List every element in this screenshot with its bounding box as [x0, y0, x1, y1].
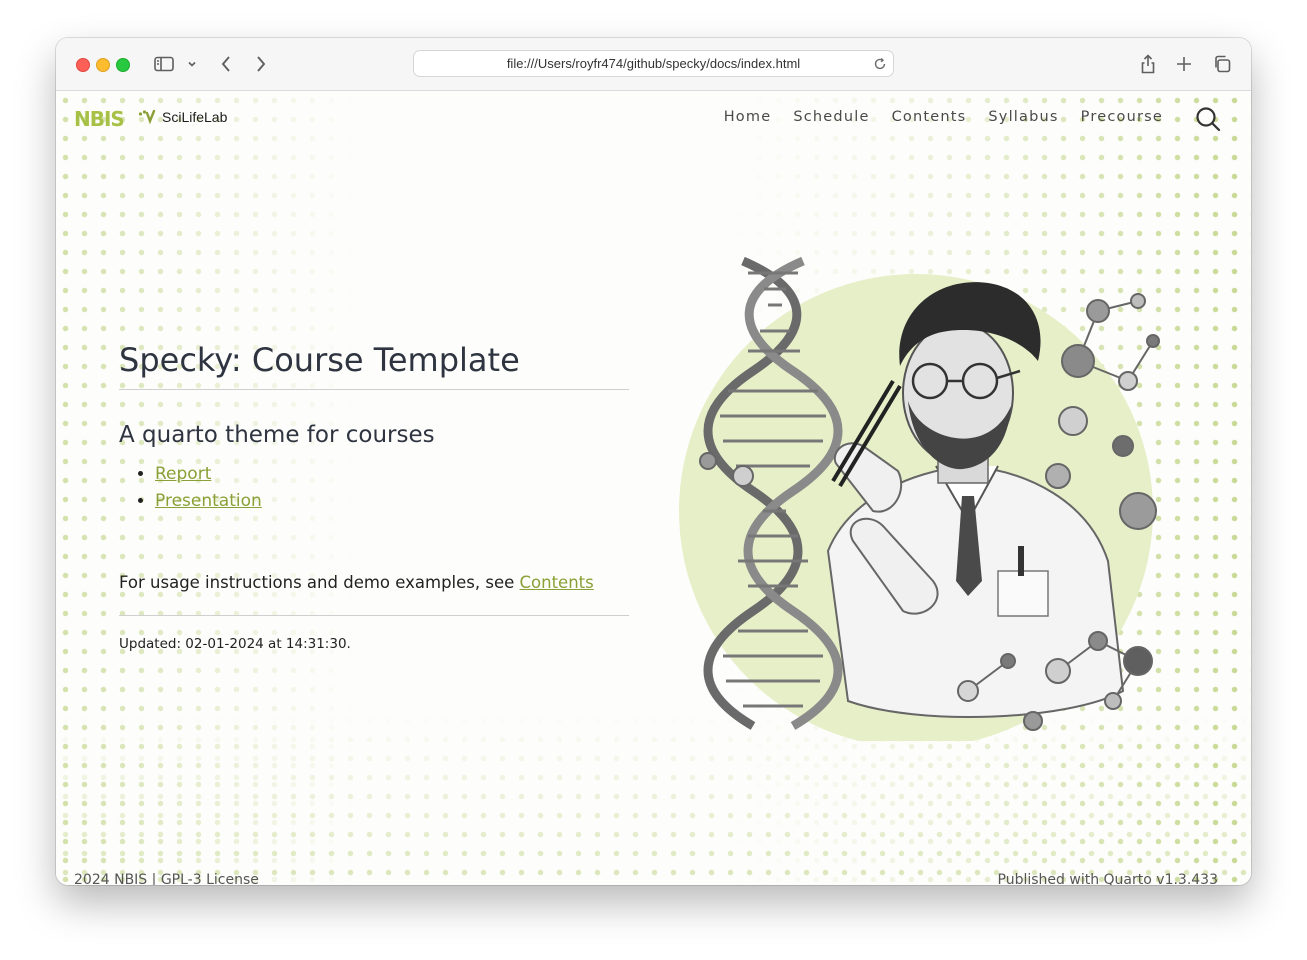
forward-button[interactable] [252, 52, 270, 76]
nav-item-precourse[interactable]: Precourse [1081, 109, 1163, 125]
chevron-left-icon [221, 56, 230, 72]
report-link[interactable]: Report [155, 464, 211, 484]
contents-link[interactable]: Contents [520, 573, 594, 592]
address-bar-url: file:///Users/royfr474/github/specky/doc… [506, 56, 801, 71]
footer-separator: | [147, 872, 161, 885]
new-tab-button[interactable] [1174, 52, 1194, 76]
plus-icon [1177, 57, 1191, 71]
scientist-dna-illustration [679, 256, 1160, 741]
footer-nbis-link[interactable]: NBIS [114, 872, 147, 885]
share-icon [1141, 54, 1155, 74]
close-window-button[interactable] [76, 58, 90, 72]
nbis-logo[interactable]: NBIS [74, 107, 125, 131]
footer-quarto-link[interactable]: Quarto [1104, 872, 1152, 885]
tab-overview-button[interactable] [1211, 52, 1233, 76]
footer-left: 2024 NBIS | GPL-3 License [74, 872, 259, 885]
scilifelab-logo-text: SciLifeLab [162, 109, 228, 125]
updated-timestamp: Updated: 02-01-2024 at 14:31:30. [119, 636, 351, 652]
usage-text: For usage instructions and demo examples… [119, 573, 520, 592]
divider [119, 615, 629, 616]
scilifelab-logo[interactable]: SciLifeLab [138, 109, 227, 125]
nav-item-schedule[interactable]: Schedule [793, 109, 869, 125]
footer-license-link[interactable]: GPL-3 License [161, 872, 259, 885]
zoom-window-button[interactable] [116, 58, 130, 72]
main-nav: Home Schedule Contents Syllabus Precours… [724, 109, 1163, 125]
footer-right: Published with Quarto v1.3.433 [998, 872, 1218, 885]
reload-icon [874, 58, 886, 70]
scilifelab-mark-icon [138, 109, 156, 125]
nav-item-home[interactable]: Home [724, 109, 772, 125]
sidebar-icon [154, 56, 174, 72]
usage-paragraph: For usage instructions and demo examples… [119, 573, 594, 592]
pen [1018, 546, 1024, 576]
list-item: Presentation [155, 488, 262, 515]
browser-toolbar: file:///Users/royfr474/github/specky/doc… [56, 38, 1251, 91]
footer-version: v1.3.433 [1151, 872, 1218, 885]
coat-pocket [997, 570, 1049, 617]
browser-window: file:///Users/royfr474/github/specky/doc… [56, 38, 1251, 885]
hero-link-list: Report Presentation [137, 461, 262, 515]
search-button[interactable] [1195, 106, 1221, 136]
sidebar-toggle-button[interactable] [153, 52, 175, 76]
back-button[interactable] [217, 52, 235, 76]
search-icon [1196, 107, 1221, 132]
chevron-right-icon [257, 56, 266, 72]
reload-button[interactable] [873, 56, 887, 75]
minimize-window-button[interactable] [96, 58, 110, 72]
address-bar[interactable]: file:///Users/royfr474/github/specky/doc… [413, 50, 894, 77]
page-subtitle: A quarto theme for courses [119, 422, 435, 448]
footer-year: 2024 [74, 872, 115, 885]
nav-item-contents[interactable]: Contents [892, 109, 967, 125]
tabs-overview-icon [1215, 55, 1231, 73]
nav-item-syllabus[interactable]: Syllabus [988, 109, 1058, 125]
page-title: Specky: Course Template [119, 341, 629, 390]
share-button[interactable] [1138, 52, 1158, 76]
footer-published-prefix: Published with [997, 872, 1104, 885]
list-item: Report [155, 461, 262, 488]
sidebar-menu-chevron[interactable] [186, 52, 198, 76]
chevron-down-icon [188, 61, 196, 67]
presentation-link[interactable]: Presentation [155, 491, 262, 511]
page-content: NBIS SciLifeLab Home Schedule Contents S… [56, 91, 1251, 885]
